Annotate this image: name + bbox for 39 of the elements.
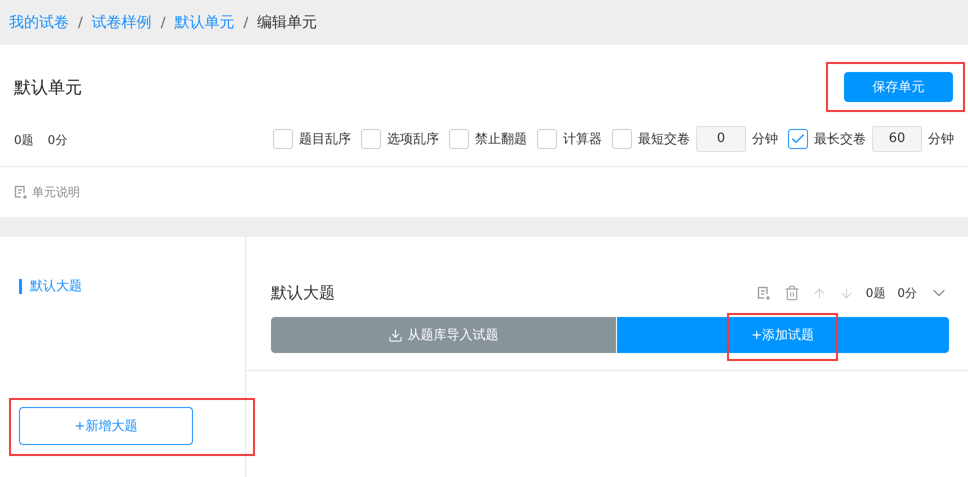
checkbox[interactable] <box>449 128 469 148</box>
option-label: 最短交卷 <box>638 130 690 148</box>
unit-label: 分钟 <box>752 130 778 148</box>
checkbox[interactable] <box>273 128 293 148</box>
breadcrumb-link[interactable]: 我的试卷 <box>9 13 69 32</box>
checkbox[interactable] <box>612 128 632 148</box>
import-button[interactable]: 从题库导入试题 <box>271 317 616 353</box>
download-icon <box>388 328 404 342</box>
breadcrumb-link[interactable]: 默认单元 <box>174 13 234 32</box>
option-label: 题目乱序 <box>299 130 351 148</box>
minutes-field[interactable]: 60 <box>872 126 922 152</box>
question-count: 0题 <box>14 132 34 146</box>
score-total: 0分 <box>897 284 917 302</box>
note-add-icon <box>756 285 772 301</box>
unit-label: 分钟 <box>928 130 954 148</box>
checkbox[interactable] <box>537 128 557 148</box>
score-total: 0分 <box>48 132 68 146</box>
current-page-label: 编辑单元 <box>257 13 318 32</box>
checkbox[interactable] <box>788 128 808 148</box>
sidebar-item[interactable]: 默认大题 <box>19 279 82 294</box>
section-title: 默认大题 <box>271 282 335 304</box>
breadcrumb-link[interactable]: 试卷样例 <box>92 13 152 32</box>
option-label: 最长交卷 <box>814 130 866 148</box>
option-label: 选项乱序 <box>387 130 439 148</box>
note-add-icon <box>13 184 29 200</box>
option-label: 计算器 <box>563 130 602 148</box>
save-button[interactable]: 保存单元 <box>844 72 953 102</box>
arrow-down-icon[interactable] <box>838 286 854 300</box>
breadcrumb-separator: / <box>243 14 248 30</box>
breadcrumb-separator: / <box>160 14 166 30</box>
question-count: 0题 <box>866 284 886 302</box>
unit-note-link[interactable]: 单元说明 <box>32 184 80 200</box>
unit-title: 默认单元 <box>14 76 82 98</box>
checkbox[interactable] <box>361 128 381 148</box>
delete-icon[interactable] <box>784 285 800 301</box>
new-section-button[interactable]: +新增大题 <box>19 407 193 445</box>
breadcrumb-separator: / <box>78 14 83 30</box>
minutes-field[interactable]: 0 <box>696 126 746 152</box>
option-label: 禁止翻题 <box>475 130 527 148</box>
